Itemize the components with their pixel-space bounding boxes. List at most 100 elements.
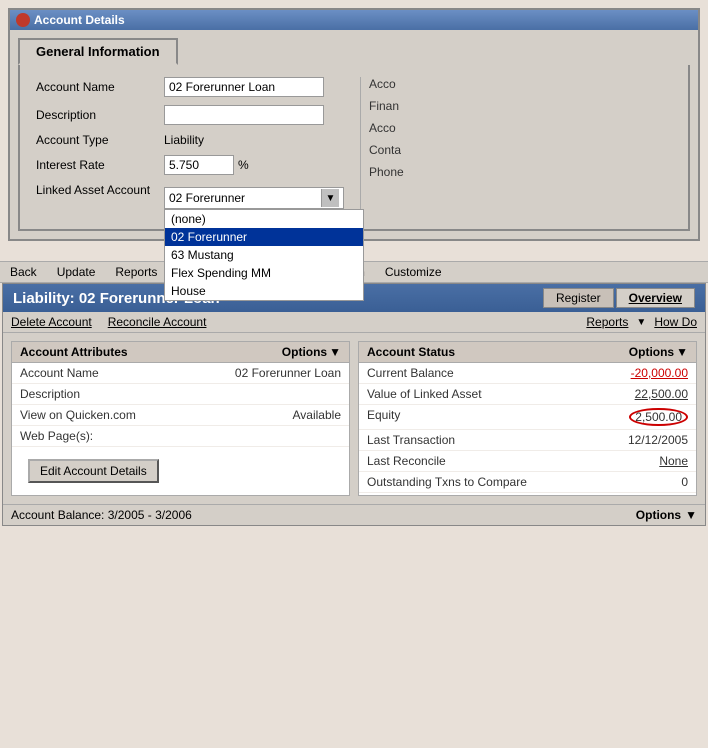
right-row-1: Acco: [369, 77, 672, 91]
account-toolbar: Delete Account Reconcile Account Reports…: [3, 312, 705, 333]
balance-bar: Account Balance: 3/2005 - 3/2006 Options…: [3, 504, 705, 525]
balance-options-btn[interactable]: Options ▼: [636, 508, 697, 522]
attributes-panel-header: Account Attributes Options ▼: [12, 342, 349, 363]
attr-row-2: View on Quicken.com Available: [12, 405, 349, 426]
right-row-3: Acco: [369, 121, 672, 135]
status-value-0[interactable]: -20,000.00: [631, 366, 688, 380]
equity-circle: 2,500.00: [629, 408, 688, 426]
menu-update[interactable]: Update: [55, 264, 98, 280]
status-row-3: Last Transaction 12/12/2005: [359, 430, 696, 451]
interest-rate-row: Interest Rate %: [36, 155, 344, 175]
attributes-title: Account Attributes: [20, 345, 128, 359]
attr-label-1: Description: [20, 387, 80, 401]
form-left: Account Name Description Account Type: [36, 77, 360, 217]
attr-label-3: Web Page(s):: [20, 429, 93, 443]
menu-back[interactable]: Back: [8, 264, 39, 280]
account-name-row: Account Name: [36, 77, 344, 97]
linked-asset-dropdown-container: 02 Forerunner ▼ (none) 02 Forerunner 63 …: [164, 187, 344, 209]
attributes-options-arrow: ▼: [329, 345, 341, 359]
description-label: Description: [36, 108, 156, 122]
toolbar-left: Delete Account Reconcile Account: [11, 315, 206, 329]
description-input[interactable]: [164, 105, 324, 125]
dropdown-arrow-btn[interactable]: ▼: [321, 189, 339, 207]
right-label-1: Acco: [369, 77, 396, 91]
linked-asset-row: Linked Asset Account 02 Forerunner ▼ (no…: [36, 183, 344, 209]
interest-input-group: %: [164, 155, 249, 175]
account-type-row: Account Type Liability: [36, 133, 344, 147]
menu-customize[interactable]: Customize: [383, 264, 444, 280]
toolbar-reports-link[interactable]: Reports: [586, 315, 628, 329]
status-row-2: Equity 2,500.00: [359, 405, 696, 430]
interest-rate-input[interactable]: [164, 155, 234, 175]
right-row-4: Conta: [369, 143, 672, 157]
dialog-body: General Information Account Name Descrip…: [10, 30, 698, 239]
balance-label: Account Balance: 3/2005 - 3/2006: [11, 508, 192, 522]
dialog-title: Account Details: [34, 13, 125, 27]
status-value-4[interactable]: None: [659, 454, 688, 468]
attributes-panel: Account Attributes Options ▼ Account Nam…: [11, 341, 350, 496]
tab-general-label: General Information: [36, 44, 160, 59]
status-value-3: 12/12/2005: [628, 433, 688, 447]
attr-label-0: Account Name: [20, 366, 99, 380]
dropdown-item-02-forerunner[interactable]: 02 Forerunner: [165, 228, 363, 246]
edit-account-details-btn[interactable]: Edit Account Details: [28, 459, 159, 483]
tab-bar: General Information: [18, 38, 690, 65]
status-label-0: Current Balance: [367, 366, 454, 380]
linked-asset-selected: 02 Forerunner: [169, 191, 321, 205]
linked-asset-dropdown-trigger[interactable]: 02 Forerunner ▼: [164, 187, 344, 209]
attributes-options-btn[interactable]: Options ▼: [282, 345, 341, 359]
form-right: Acco Finan Acco Conta Phone: [360, 77, 672, 217]
attr-value-2: Available: [293, 408, 341, 422]
status-row-4: Last Reconcile None: [359, 451, 696, 472]
panels-row: Account Attributes Options ▼ Account Nam…: [3, 333, 705, 504]
attr-row-3: Web Page(s):: [12, 426, 349, 447]
menu-reports[interactable]: Reports: [113, 264, 159, 280]
attr-value-0: 02 Forerunner Loan: [235, 366, 341, 380]
main-area: Liability: 02 Forerunner Loan Register O…: [2, 283, 706, 526]
dropdown-item-house[interactable]: House: [165, 282, 363, 300]
right-row-2: Finan: [369, 99, 672, 113]
attr-row-0: Account Name 02 Forerunner Loan: [12, 363, 349, 384]
tab-buttons: Register Overview: [543, 288, 695, 308]
tab-general-information[interactable]: General Information: [18, 38, 178, 65]
right-row-5: Phone: [369, 165, 672, 179]
status-value-1[interactable]: 22,500.00: [635, 387, 688, 401]
dialog-icon: [16, 13, 30, 27]
balance-options-label: Options: [636, 508, 681, 522]
status-label-4: Last Reconcile: [367, 454, 446, 468]
right-label-3: Acco: [369, 121, 396, 135]
status-row-1: Value of Linked Asset 22,500.00: [359, 384, 696, 405]
right-label-4: Conta: [369, 143, 401, 157]
reports-dropdown-arrow[interactable]: ▼: [636, 317, 646, 328]
dialog-titlebar: Account Details: [10, 10, 698, 30]
account-details-dialog: Account Details General Information Acco…: [8, 8, 700, 241]
form-container: Account Name Description Account Type: [18, 65, 690, 231]
linked-asset-dropdown-list: (none) 02 Forerunner 63 Mustang Flex Spe…: [164, 209, 364, 301]
status-label-3: Last Transaction: [367, 433, 455, 447]
dropdown-item-flex[interactable]: Flex Spending MM: [165, 264, 363, 282]
right-label-2: Finan: [369, 99, 399, 113]
dropdown-item-none[interactable]: (none): [165, 210, 363, 228]
account-name-input[interactable]: [164, 77, 324, 97]
status-options-btn[interactable]: Options ▼: [629, 345, 688, 359]
status-title: Account Status: [367, 345, 455, 359]
account-type-value: Liability: [164, 133, 204, 147]
status-panel: Account Status Options ▼ Current Balance…: [358, 341, 697, 496]
status-options-arrow: ▼: [676, 345, 688, 359]
reconcile-account-link[interactable]: Reconcile Account: [108, 315, 207, 329]
status-row-0: Current Balance -20,000.00: [359, 363, 696, 384]
delete-account-link[interactable]: Delete Account: [11, 315, 92, 329]
tab-register[interactable]: Register: [543, 288, 614, 308]
balance-options-arrow: ▼: [685, 508, 697, 522]
interest-rate-label: Interest Rate: [36, 158, 156, 172]
edit-account-btn-container: Edit Account Details: [12, 447, 349, 495]
account-name-label: Account Name: [36, 80, 156, 94]
how-do-link[interactable]: How Do: [654, 315, 697, 329]
status-value-5: 0: [681, 475, 688, 489]
account-type-label: Account Type: [36, 133, 156, 147]
percent-label: %: [238, 158, 249, 172]
description-row: Description: [36, 105, 344, 125]
dropdown-item-63-mustang[interactable]: 63 Mustang: [165, 246, 363, 264]
attr-label-2: View on Quicken.com: [20, 408, 136, 422]
tab-overview[interactable]: Overview: [616, 288, 695, 308]
